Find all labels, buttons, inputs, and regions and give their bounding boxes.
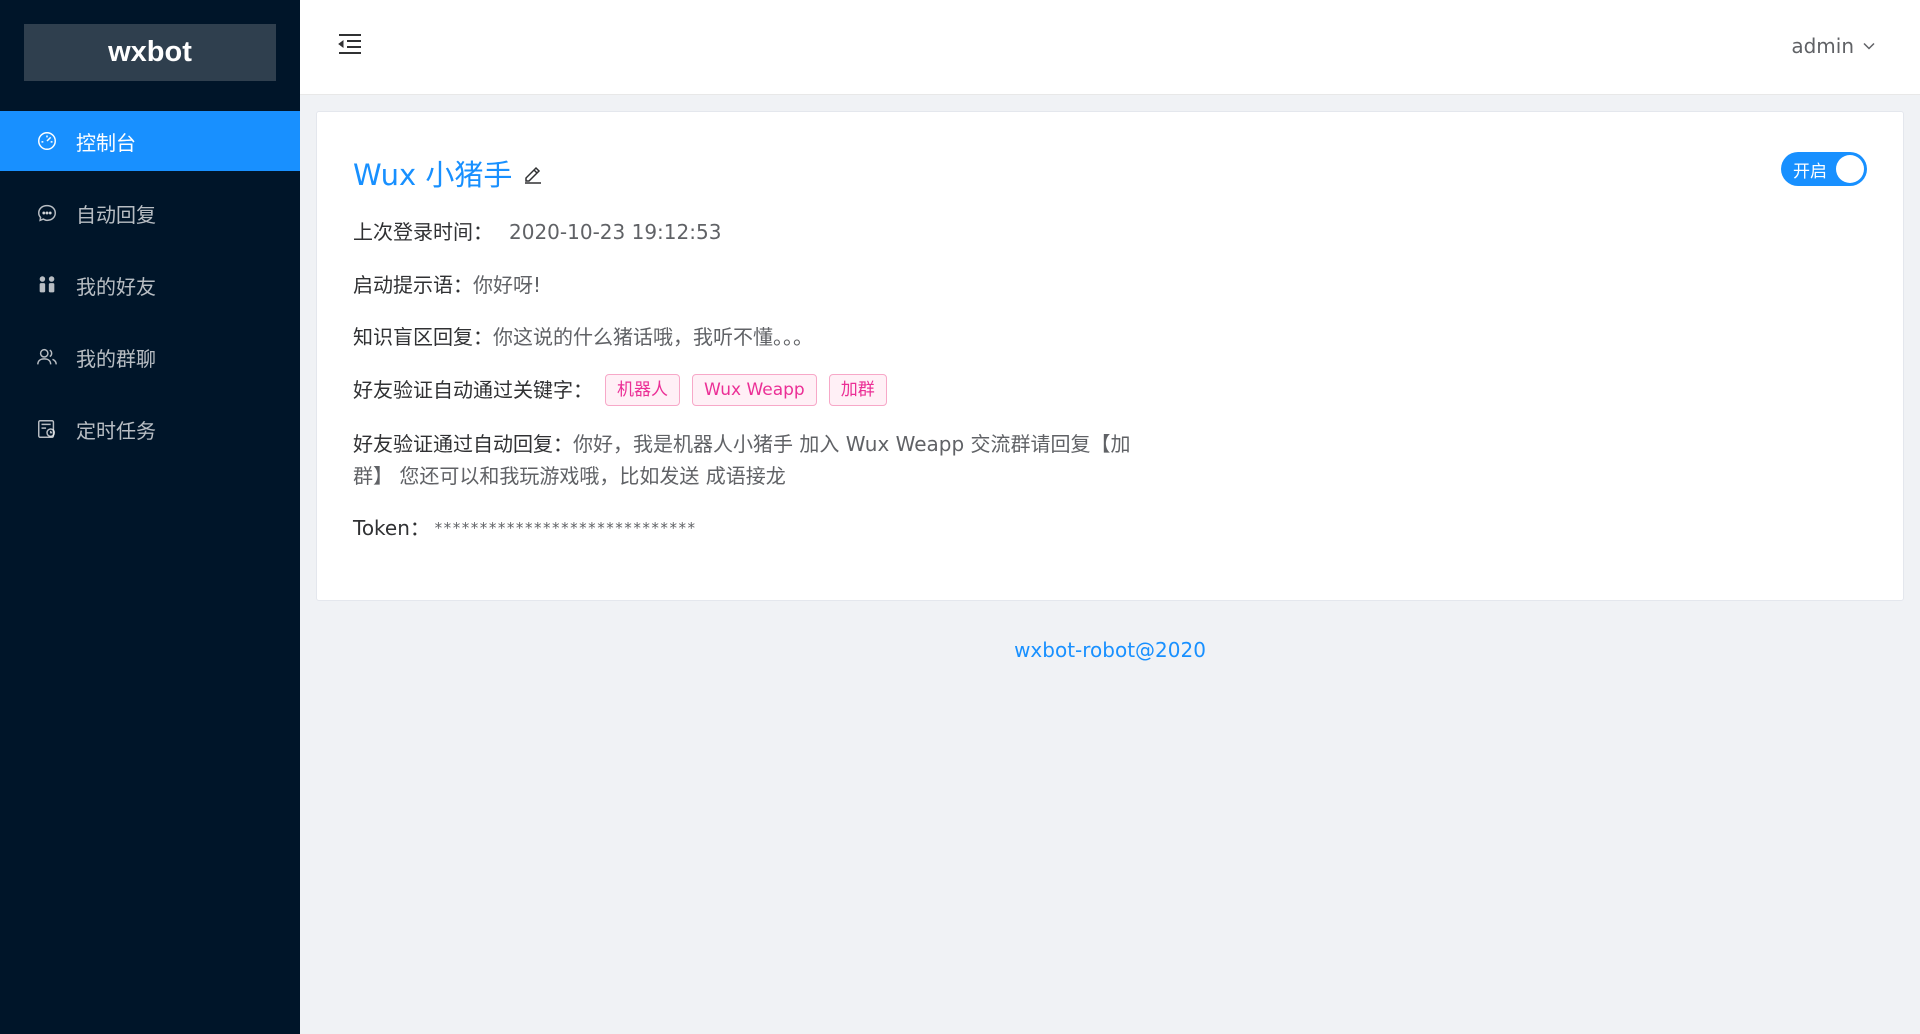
keywords-row: 好友验证自动通过关键字： 机器人 Wux Weapp 加群	[353, 374, 887, 406]
sidebar-item-scheduled-tasks[interactable]: 定时任务	[0, 399, 300, 459]
chevron-down-icon	[1863, 42, 1875, 50]
sidebar-item-groups[interactable]: 我的群聊	[0, 327, 300, 387]
greeting-value: 你好呀!	[473, 273, 542, 297]
username: admin	[1791, 34, 1854, 58]
bot-name: Wux 小猪手	[353, 158, 513, 192]
sidebar-item-label: 我的好友	[76, 274, 156, 299]
bot-enable-switch[interactable]: 开启	[1781, 152, 1867, 186]
token-label: Token：	[353, 516, 430, 540]
bot-title: Wux 小猪手	[353, 152, 544, 194]
switch-label: 开启	[1793, 161, 1827, 182]
sidebar-item-label: 自动回复	[76, 202, 156, 227]
keyword-tag: 机器人	[605, 374, 680, 406]
keyword-tag: 加群	[828, 374, 887, 406]
sidebar-item-dashboard[interactable]: 控制台	[0, 111, 300, 171]
unknown-reply-value: 你这说的什么猪话哦，我听不懂。。。	[493, 325, 813, 349]
sidebar-item-auto-reply[interactable]: 自动回复	[0, 183, 300, 243]
token-row: Token： *****************************	[353, 512, 696, 544]
keyword-tag: Wux Weapp	[692, 374, 817, 406]
message-icon	[36, 202, 58, 224]
edit-icon[interactable]	[522, 162, 544, 184]
app-logo[interactable]: wxbot	[24, 24, 276, 81]
friends-icon	[36, 274, 58, 296]
token-value: *****************************	[433, 519, 696, 537]
unknown-reply-label: 知识盲区回复：	[353, 325, 493, 349]
sidebar-item-label: 我的群聊	[76, 346, 156, 371]
sidebar-item-label: 定时任务	[76, 418, 156, 443]
last-login-label: 上次登录时间：	[353, 220, 493, 244]
sidebar: wxbot 控制台 自动回复 我的好友 我的群聊 定时任务	[0, 0, 300, 1034]
schedule-icon	[36, 418, 58, 440]
last-login-value: 2020-10-23 19:12:53	[509, 220, 722, 244]
auto-reply-row: 好友验证通过自动回复：你好，我是机器人小猪手 加入 Wux Weapp 交流群请…	[353, 428, 1133, 492]
user-dropdown[interactable]: admin	[1791, 34, 1876, 58]
switch-knob	[1836, 155, 1864, 183]
keywords-label: 好友验证自动通过关键字：	[353, 378, 593, 402]
auto-reply-label: 好友验证通过自动回复：	[353, 432, 573, 456]
bot-info-card: Wux 小猪手 开启 上次登录时间： 2020-10-23 19:12:53 启…	[316, 111, 1904, 601]
unknown-reply-row: 知识盲区回复： 你这说的什么猪话哦，我听不懂。。。	[353, 321, 813, 353]
footer-copyright: wxbot-robot@2020	[1014, 638, 1206, 662]
top-header	[300, 0, 1920, 95]
greeting-row: 启动提示语： 你好呀!	[353, 269, 541, 301]
collapse-menu-icon[interactable]	[336, 30, 364, 58]
group-icon	[36, 346, 58, 368]
last-login-row: 上次登录时间： 2020-10-23 19:12:53	[353, 216, 721, 248]
greeting-label: 启动提示语：	[353, 273, 473, 297]
sidebar-item-friends[interactable]: 我的好友	[0, 255, 300, 315]
sidebar-item-label: 控制台	[76, 130, 136, 155]
dashboard-icon	[36, 130, 58, 152]
sidebar-menu: 控制台 自动回复 我的好友 我的群聊 定时任务	[0, 111, 300, 471]
